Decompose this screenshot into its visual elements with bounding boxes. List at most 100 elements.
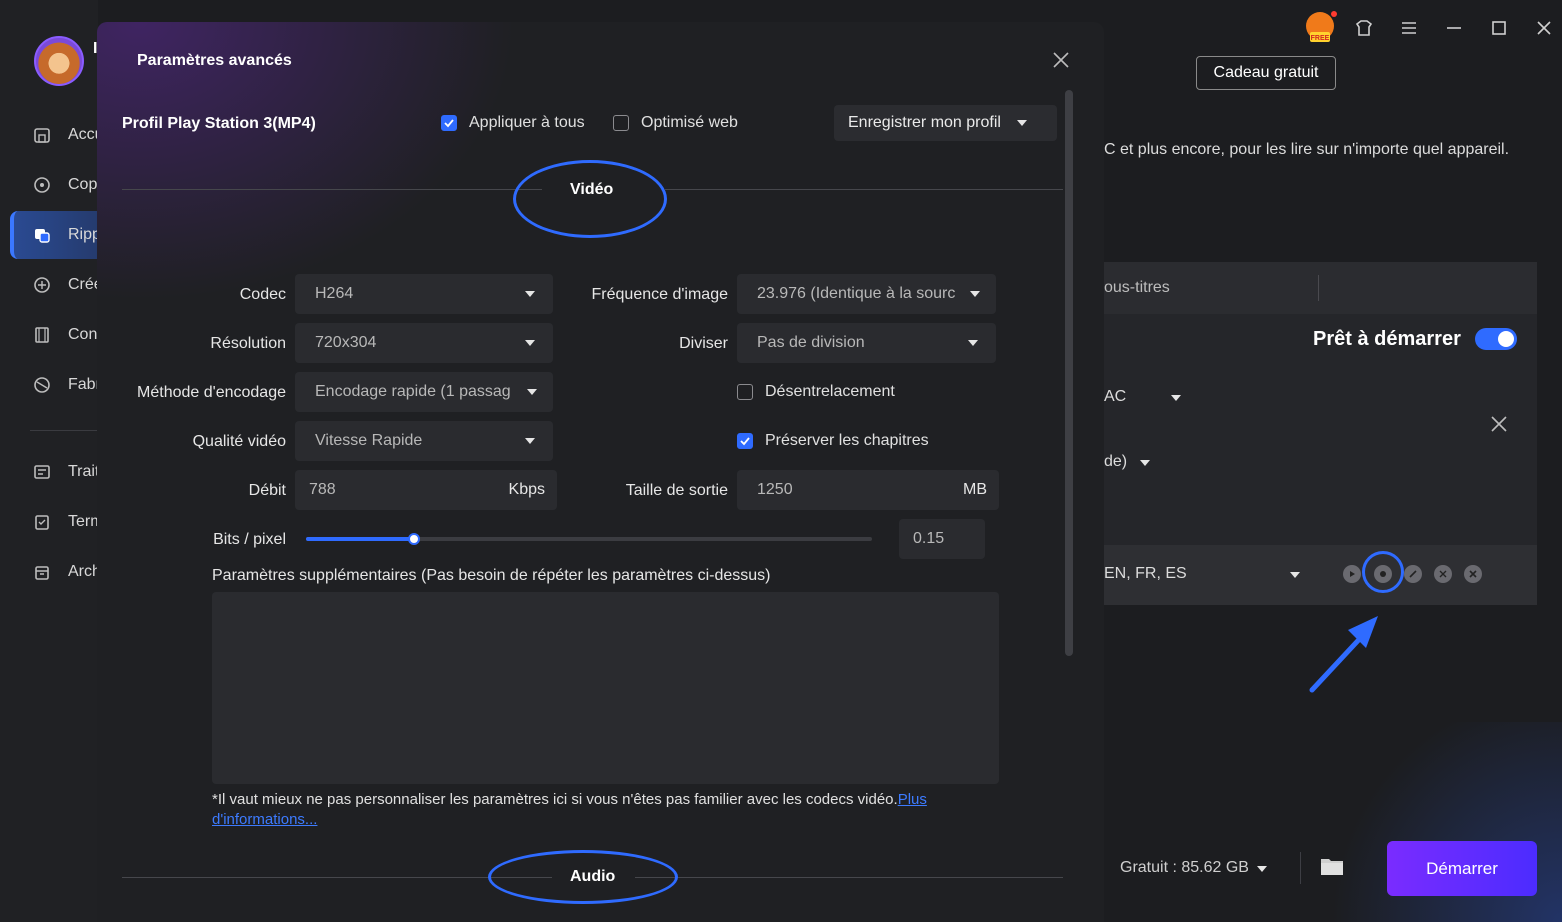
deinterlace-label: Désentrelacement — [765, 383, 895, 400]
delete-icon[interactable] — [1464, 565, 1482, 583]
chevron-down-icon — [527, 389, 537, 395]
folder-icon[interactable] — [1320, 856, 1344, 876]
ready-toggle[interactable] — [1475, 328, 1517, 350]
minimize-icon[interactable] — [1442, 16, 1466, 40]
more-info-link-continued[interactable]: d'informations... — [212, 811, 317, 828]
bits-per-pixel-input[interactable]: 0.15 — [899, 519, 985, 559]
more-info-link[interactable]: Plus — [898, 791, 927, 808]
annotation-ring — [1362, 551, 1404, 593]
sidebar: I Accueil Copier Ripper Créer — [0, 0, 98, 922]
bitrate-unit: Kbps — [508, 481, 545, 498]
window-close-icon[interactable] — [1532, 16, 1556, 40]
bitrate-label: Débit — [248, 482, 286, 499]
video-quality-select[interactable]: Vitesse Rapide — [295, 421, 553, 461]
clipboard-icon — [32, 512, 52, 532]
sidebar-item-label: Ripper — [68, 226, 98, 243]
bitrate-input[interactable]: 788 Kbps — [295, 470, 557, 510]
promo-gift-icon[interactable]: FREE — [1302, 10, 1338, 46]
sidebar-item-home[interactable]: Accueil — [10, 111, 98, 159]
sidebar-item-done[interactable]: Terminé — [10, 498, 98, 546]
chevron-down-icon — [1257, 866, 1268, 872]
chevron-down-icon — [1016, 120, 1027, 126]
bits-per-pixel-slider-handle[interactable] — [408, 533, 420, 545]
checkbox-checked-icon — [441, 115, 457, 131]
bitrate-value: 788 — [309, 481, 336, 498]
chevron-down-icon — [525, 340, 535, 346]
mode-select[interactable]: de) — [1104, 453, 1150, 471]
apply-all-label: Appliquer à tous — [469, 114, 585, 131]
chevron-down-icon — [970, 291, 980, 297]
edit-icon[interactable] — [1404, 565, 1422, 583]
web-optimized-checkbox[interactable]: Optimisé web — [613, 114, 738, 132]
resolution-select[interactable]: 720x304 — [295, 323, 553, 363]
sidebar-divider — [30, 430, 98, 431]
sidebar-item-create[interactable]: Créer — [10, 261, 98, 309]
checkbox-empty-icon — [737, 384, 753, 400]
sidebar-item-fab[interactable]: Fabriquer — [10, 361, 98, 409]
codec-select[interactable]: H264 — [295, 274, 553, 314]
output-size-input[interactable]: 1250 MB — [737, 470, 999, 510]
play-icon[interactable] — [1343, 565, 1361, 583]
menu-icon[interactable] — [1397, 16, 1421, 40]
sidebar-item-label: Accueil — [68, 126, 98, 143]
output-size-unit: MB — [963, 481, 987, 498]
bits-per-pixel-value: 0.15 — [913, 530, 945, 547]
sidebar-item-ripper[interactable]: Ripper — [10, 211, 98, 259]
sidebar-item-convert[interactable]: Convertir — [10, 311, 98, 359]
section-divider — [665, 189, 1063, 190]
keep-chapters-label: Préserver les chapitres — [765, 432, 929, 449]
start-button[interactable]: Démarrer — [1387, 841, 1537, 896]
sidebar-item-label: Fabriquer — [68, 376, 98, 393]
tab-subtitles[interactable]: ous-titres — [1104, 279, 1170, 297]
frame-rate-label: Fréquence d'image — [591, 286, 728, 303]
chevron-down-icon[interactable] — [1171, 388, 1181, 406]
apply-all-checkbox[interactable]: Appliquer à tous — [441, 114, 585, 132]
save-profile-label: Enregistrer mon profil — [848, 114, 1001, 131]
extra-params-label: Paramètres supplémentaires (Pas besoin d… — [212, 567, 771, 584]
codec-value: H264 — [315, 285, 354, 302]
sidebar-item-archive[interactable]: Archive — [10, 548, 98, 596]
frame-rate-select[interactable]: 23.976 (Identique à la sourc — [737, 274, 996, 314]
maximize-icon[interactable] — [1487, 16, 1511, 40]
extra-params-textarea[interactable] — [212, 592, 999, 784]
tab-divider — [1318, 275, 1319, 301]
split-select[interactable]: Pas de division — [737, 323, 996, 363]
output-size-value: 1250 — [757, 481, 793, 498]
deinterlace-checkbox[interactable]: Désentrelacement — [737, 383, 895, 401]
sidebar-item-label: Créer — [68, 276, 98, 293]
ripper-icon — [32, 225, 52, 245]
web-optimized-label: Optimisé web — [641, 114, 738, 131]
encoding-method-select[interactable]: Encodage rapide (1 passag — [295, 372, 553, 412]
chevron-down-icon[interactable] — [1290, 565, 1300, 583]
dialog-title: Paramètres avancés — [137, 52, 292, 69]
chevron-down-icon — [968, 340, 978, 346]
promo-badge-text: FREE — [1311, 35, 1330, 42]
remove-task-icon[interactable] — [1490, 413, 1508, 439]
audio-codec-value: AC — [1104, 388, 1127, 405]
video-quality-label: Qualité vidéo — [192, 433, 286, 450]
dialog-scrollbar[interactable] — [1065, 90, 1073, 656]
annotation-ring — [513, 160, 667, 238]
free-gift-button[interactable]: Cadeau gratuit — [1196, 56, 1336, 90]
profile-name: Profil Play Station 3(MP4) — [122, 115, 316, 132]
save-profile-dropdown[interactable]: Enregistrer mon profil — [834, 105, 1057, 141]
subtitle-langs[interactable]: EN, FR, ES — [1104, 565, 1187, 583]
close-icon[interactable] — [1049, 48, 1073, 72]
free-space-select[interactable]: Gratuit : 85.62 GB — [1120, 859, 1268, 877]
home-icon — [32, 125, 52, 145]
fab-disc-icon — [32, 375, 52, 395]
sidebar-item-batch[interactable]: Traitement — [10, 448, 98, 496]
warning-note: *Il vaut mieux ne pas personnaliser les … — [212, 790, 1002, 830]
audio-codec-select[interactable]: AC — [1104, 388, 1126, 406]
section-divider — [635, 877, 1063, 878]
cut-icon[interactable] — [1434, 565, 1452, 583]
annotation-ring — [488, 850, 678, 904]
advanced-settings-dialog: Paramètres avancés Profil Play Station 3… — [97, 22, 1104, 922]
sidebar-item-copy[interactable]: Copier — [10, 161, 98, 209]
keep-chapters-checkbox[interactable]: Préserver les chapitres — [737, 432, 929, 450]
ready-label: Prêt à démarrer — [1313, 328, 1461, 350]
resolution-value: 720x304 — [315, 334, 377, 351]
frame-rate-value: 23.976 (Identique à la sourc — [757, 285, 956, 302]
skin-icon[interactable] — [1352, 16, 1376, 40]
sidebar-item-label: Copier — [68, 176, 98, 193]
